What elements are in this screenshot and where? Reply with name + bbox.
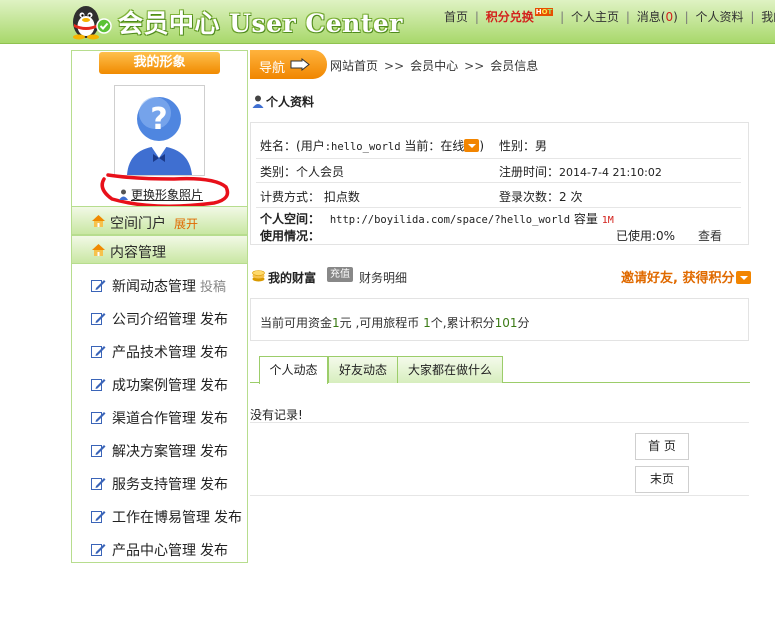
username: :hello_world [324, 141, 401, 153]
space-url-link[interactable]: http://boyilida.com/space/?hello_world [330, 214, 570, 226]
tab-friends-activity[interactable]: 好友动态 [328, 356, 398, 383]
submit-link[interactable]: 投稿 [200, 280, 226, 295]
sidebar-item-channels[interactable]: 渠道合作管理 发布 [72, 399, 247, 432]
sidebar-section-label: 空间门户 [110, 216, 166, 232]
message-count: 0 [665, 10, 674, 24]
wealth-header: 我的财富 充值 财务明细 邀请好友, 获得积分 [250, 265, 752, 289]
first-page-button[interactable]: 首 页 [635, 433, 689, 460]
change-photo-link[interactable]: 更换形象照片 [118, 186, 203, 203]
breadcrumb-user-center[interactable]: 会员中心 [410, 59, 458, 73]
publish-link[interactable]: 发布 [214, 510, 242, 526]
top-nav-home[interactable]: 首页 [444, 10, 468, 24]
publish-link[interactable]: 发布 [200, 477, 228, 493]
gender-row: 性别：男 [499, 139, 548, 153]
avatar[interactable]: ? [114, 85, 205, 176]
edit-icon [91, 445, 106, 457]
breadcrumb-member-info: 会员信息 [490, 59, 539, 73]
publish-link[interactable]: 发布 [200, 378, 228, 394]
publish-link[interactable]: 发布 [200, 312, 228, 328]
nav-tag: 导航 [250, 50, 327, 79]
sidebar-item-company[interactable]: 公司介绍管理 发布 [72, 300, 247, 333]
default-avatar-icon: ? [127, 97, 192, 175]
balance-text: 当前可用资金1元 ,可用旅程币 1个,累计积分101分 [260, 316, 530, 330]
billing-row: 计费方式： 扣点数 [260, 190, 360, 204]
edit-icon [91, 379, 106, 391]
last-page-button[interactable]: 末页 [635, 466, 689, 493]
edit-icon [91, 544, 106, 556]
edit-icon [91, 412, 106, 424]
svg-text:?: ? [150, 102, 167, 137]
user-icon [119, 189, 128, 200]
recharge-button[interactable]: 充值 [327, 267, 353, 282]
top-nav-points-exchange[interactable]: 积分兑换 [486, 10, 534, 24]
edit-icon [91, 478, 106, 490]
empty-message: 没有记录! [250, 408, 303, 422]
sidebar-item-cases[interactable]: 成功案例管理 发布 [72, 366, 247, 399]
profile-title: 个人资料 [252, 93, 314, 110]
breadcrumb: 网站首页 >> 会员中心 >> 会员信息 [330, 59, 539, 73]
top-nav: 首页 | 积分兑换HOT | 个人主页 | 消息(0) | 个人资料 | 我的 [444, 8, 775, 25]
sidebar-item-solutions[interactable]: 解决方案管理 发布 [72, 432, 247, 465]
qq-penguin-logo-icon [73, 6, 112, 40]
hot-badge: HOT [534, 8, 554, 16]
sidebar: 我的形象 ? 更换形象照片 空间门户 展开 内容管理 新闻动态管理 投稿 公司介… [71, 50, 248, 563]
wealth-title: 我的财富 [268, 271, 317, 285]
edit-icon [91, 280, 106, 292]
register-time-row: 注册时间：2014-7-4 21:10:02 [499, 165, 662, 179]
publish-link[interactable]: 发布 [200, 345, 228, 361]
house-icon [92, 244, 105, 256]
usage-value: 已使用:0% [616, 229, 676, 243]
tab-everyone-activity[interactable]: 大家都在做什么 [397, 356, 503, 383]
status-dropdown-icon[interactable] [464, 139, 480, 152]
usage-row: 使用情况： [260, 229, 321, 243]
expand-link[interactable]: 展开 [174, 215, 198, 232]
sidebar-section-label: 内容管理 [110, 245, 166, 261]
breadcrumb-bar: 导航 网站首页 >> 会员中心 >> 会员信息 [250, 50, 750, 79]
coins-icon [252, 270, 265, 282]
pointing-hand-icon [290, 58, 310, 71]
finance-detail-link[interactable]: 财务明细 [359, 269, 407, 286]
top-nav-personal-home[interactable]: 个人主页 [571, 10, 619, 24]
divider [250, 495, 749, 496]
avatar-title: 我的形象 [99, 52, 220, 74]
publish-link[interactable]: 发布 [200, 444, 228, 460]
sidebar-section-content[interactable]: 内容管理 [72, 235, 247, 264]
top-nav-profile[interactable]: 个人资料 [695, 10, 743, 24]
name-row: 姓名：(用户:hello_world 当前：在线) [260, 139, 485, 153]
sidebar-item-product-tech[interactable]: 产品技术管理 发布 [72, 333, 247, 366]
breadcrumb-home[interactable]: 网站首页 [330, 59, 378, 73]
space-row: 个人空间： http://boyilida.com/space/?hello_w… [260, 212, 614, 226]
sidebar-item-news[interactable]: 新闻动态管理 投稿 [72, 267, 247, 300]
dropdown-icon [736, 271, 752, 284]
sidebar-item-support[interactable]: 服务支持管理 发布 [72, 465, 247, 498]
header: 会员中心 User Center 首页 | 积分兑换 HOT | 个人主页 | 消… [0, 0, 775, 44]
edit-icon [91, 313, 106, 325]
sidebar-item-product-center[interactable]: 产品中心管理 发布 [72, 531, 247, 564]
sidebar-item-careers[interactable]: 工作在博易管理 发布 [72, 498, 247, 531]
divider [250, 422, 749, 423]
balance-panel: 当前可用资金1元 ,可用旅程币 1个,累计积分101分 [250, 298, 749, 341]
activity-tabs: 个人动态 好友动态 大家都在做什么 [250, 356, 750, 384]
tab-my-activity[interactable]: 个人动态 [259, 356, 328, 384]
publish-link[interactable]: 发布 [200, 543, 228, 559]
top-nav-mine[interactable]: 我的 [761, 10, 775, 24]
publish-link[interactable]: 发布 [200, 411, 228, 427]
login-count-row: 登录次数：2 次 [499, 190, 583, 204]
top-nav-messages[interactable]: 消息(0) [637, 10, 678, 24]
sidebar-section-space[interactable]: 空间门户 展开 [72, 206, 247, 235]
person-icon [252, 95, 264, 108]
view-usage-link[interactable]: 查看 [698, 227, 722, 244]
profile-panel: 姓名：(用户:hello_world 当前：在线) 性别：男 类别：个人会员 注… [250, 122, 749, 245]
type-row: 类别：个人会员 [260, 165, 345, 179]
online-status: 在线 [440, 139, 465, 153]
edit-icon [91, 346, 106, 358]
invite-friends-link[interactable]: 邀请好友, 获得积分 [621, 267, 752, 286]
edit-icon [91, 511, 106, 523]
user-center-page: 会员中心 User Center 首页 | 积分兑换 HOT | 个人主页 | 消… [0, 0, 775, 620]
house-icon [92, 215, 105, 227]
site-title: 会员中心 User Center [118, 9, 403, 38]
